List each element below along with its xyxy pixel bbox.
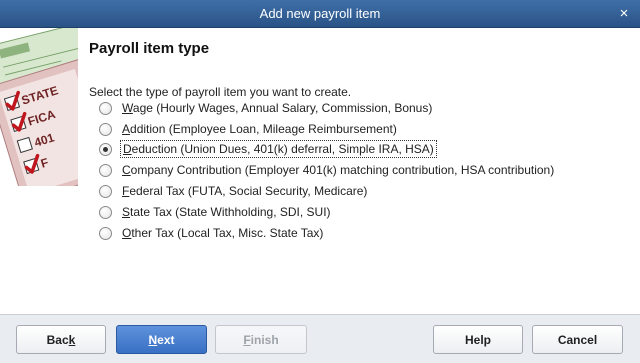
option-other-tax[interactable]: Other Tax (Local Tax, Misc. State Tax) xyxy=(99,224,325,242)
option-label: Addition (Employee Loan, Mileage Reimbur… xyxy=(122,122,397,136)
help-button[interactable]: Help xyxy=(433,325,523,354)
page-heading: Payroll item type xyxy=(89,40,210,57)
radio-button[interactable] xyxy=(99,122,112,136)
option-company-contribution[interactable]: Company Contribution (Employer 401(k) ma… xyxy=(99,161,556,179)
option-label: Federal Tax (FUTA, Social Security, Medi… xyxy=(122,184,368,198)
option-label: State Tax (State Withholding, SDI, SUI) xyxy=(122,205,331,219)
option-federal-tax[interactable]: Federal Tax (FUTA, Social Security, Medi… xyxy=(99,182,369,200)
option-wage[interactable]: Wage (Hourly Wages, Annual Salary, Commi… xyxy=(99,99,434,117)
instruction-text: Select the type of payroll item you want… xyxy=(89,85,352,99)
radio-button[interactable] xyxy=(99,184,112,198)
radio-button[interactable] xyxy=(99,101,112,115)
checklist-art-svg: STATE FICA 401 F xyxy=(0,28,78,186)
button-bar: Bac k Next Finish Help Cancel xyxy=(0,314,640,363)
radio-button-selected[interactable] xyxy=(99,142,112,156)
close-icon[interactable]: × xyxy=(617,0,631,28)
option-label: Wage (Hourly Wages, Annual Salary, Commi… xyxy=(122,101,433,115)
radio-button[interactable] xyxy=(99,205,112,219)
title-bar: Add new payroll item × xyxy=(0,0,640,28)
radio-button[interactable] xyxy=(99,163,112,177)
next-button[interactable]: Next xyxy=(116,325,207,354)
option-label: Deduction (Union Dues, 401(k) deferral, … xyxy=(120,140,437,158)
payroll-checklist-illustration: STATE FICA 401 F xyxy=(0,28,78,186)
radio-button[interactable] xyxy=(99,226,112,240)
finish-button: Finish xyxy=(215,325,307,354)
back-button[interactable]: Bac k xyxy=(16,325,106,354)
option-label: Other Tax (Local Tax, Misc. State Tax) xyxy=(122,226,324,240)
option-addition[interactable]: Addition (Employee Loan, Mileage Reimbur… xyxy=(99,120,399,138)
option-label: Company Contribution (Employer 401(k) ma… xyxy=(122,163,555,177)
option-deduction[interactable]: Deduction (Union Dues, 401(k) deferral, … xyxy=(99,140,437,158)
window-title: Add new payroll item xyxy=(259,6,381,21)
option-state-tax[interactable]: State Tax (State Withholding, SDI, SUI) xyxy=(99,203,333,221)
cancel-button[interactable]: Cancel xyxy=(532,325,623,354)
